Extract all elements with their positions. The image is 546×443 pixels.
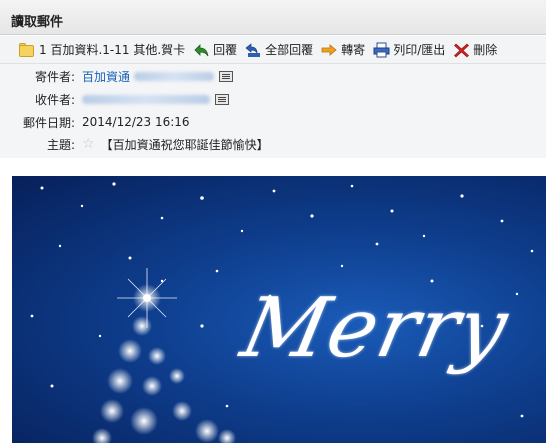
folder-icon	[18, 42, 36, 58]
reply-button[interactable]: 回覆	[193, 41, 237, 58]
reply-all-icon	[245, 42, 262, 58]
forward-label: 轉寄	[341, 43, 366, 57]
delete-label: 刪除	[473, 43, 498, 57]
to-value	[82, 93, 229, 105]
to-row: 收件者:	[0, 90, 546, 108]
vcard-icon[interactable]	[219, 70, 234, 82]
subject-value: 【百加資通祝您耶誕佳節愉快】	[100, 137, 269, 152]
printer-icon	[373, 42, 390, 58]
from-name-link[interactable]: 百加資通	[82, 68, 130, 85]
to-label: 收件者:	[34, 92, 75, 107]
reply-all-label: 全部回覆	[265, 43, 314, 57]
from-value: 百加資通	[82, 68, 234, 85]
vcard-icon[interactable]	[215, 93, 229, 105]
print-export-label: 列印/匯出	[393, 43, 446, 57]
print-export-button[interactable]: 列印/匯出	[373, 41, 445, 58]
from-address-redacted	[134, 71, 215, 81]
star-icon[interactable]: ☆	[82, 136, 95, 152]
reply-label: 回覆	[213, 43, 238, 57]
mail-toolbar: 1 百加資料.1-11 其他.賀卡 回覆 全部回覆 轉寄 列印/匯出 刪除	[0, 36, 546, 64]
date-row: 郵件日期: 2014/12/23 16:16	[0, 113, 546, 131]
window-title-bar: 讀取郵件	[0, 0, 546, 35]
subject-label: 主題:	[46, 137, 75, 152]
christmas-card-image: Merry	[12, 176, 546, 443]
delete-x-icon	[453, 42, 470, 58]
date-value: 2014/12/23 16:16	[82, 115, 190, 129]
forward-button[interactable]: 轉寄	[321, 41, 365, 58]
delete-button[interactable]: 刪除	[453, 41, 497, 58]
from-row: 寄件者: 百加資通	[0, 67, 546, 85]
reply-all-button[interactable]: 全部回覆	[245, 41, 313, 58]
folder-path-label: 1 百加資料.1-11 其他.賀卡	[39, 43, 186, 57]
reply-icon	[193, 42, 210, 58]
folder-path-button[interactable]: 1 百加資料.1-11 其他.賀卡	[18, 41, 185, 58]
subject-value-wrap: ☆ 【百加資通祝您耶誕佳節愉快】	[82, 136, 269, 153]
message-body: Merry	[0, 158, 546, 443]
subject-row: 主題: ☆ 【百加資通祝您耶誕佳節愉快】	[0, 135, 546, 153]
message-headers: 寄件者: 百加資通 收件者: 郵件日期: 2014/12/23 16:16 主題…	[0, 64, 546, 158]
christmas-tree-lights	[92, 268, 236, 443]
merry-greeting-text: Merry	[233, 281, 517, 376]
from-label: 寄件者:	[34, 69, 75, 84]
forward-arrow-icon	[321, 42, 338, 58]
window-title: 讀取郵件	[11, 15, 64, 30]
date-label: 郵件日期:	[22, 115, 75, 130]
to-address-redacted[interactable]	[82, 94, 210, 104]
